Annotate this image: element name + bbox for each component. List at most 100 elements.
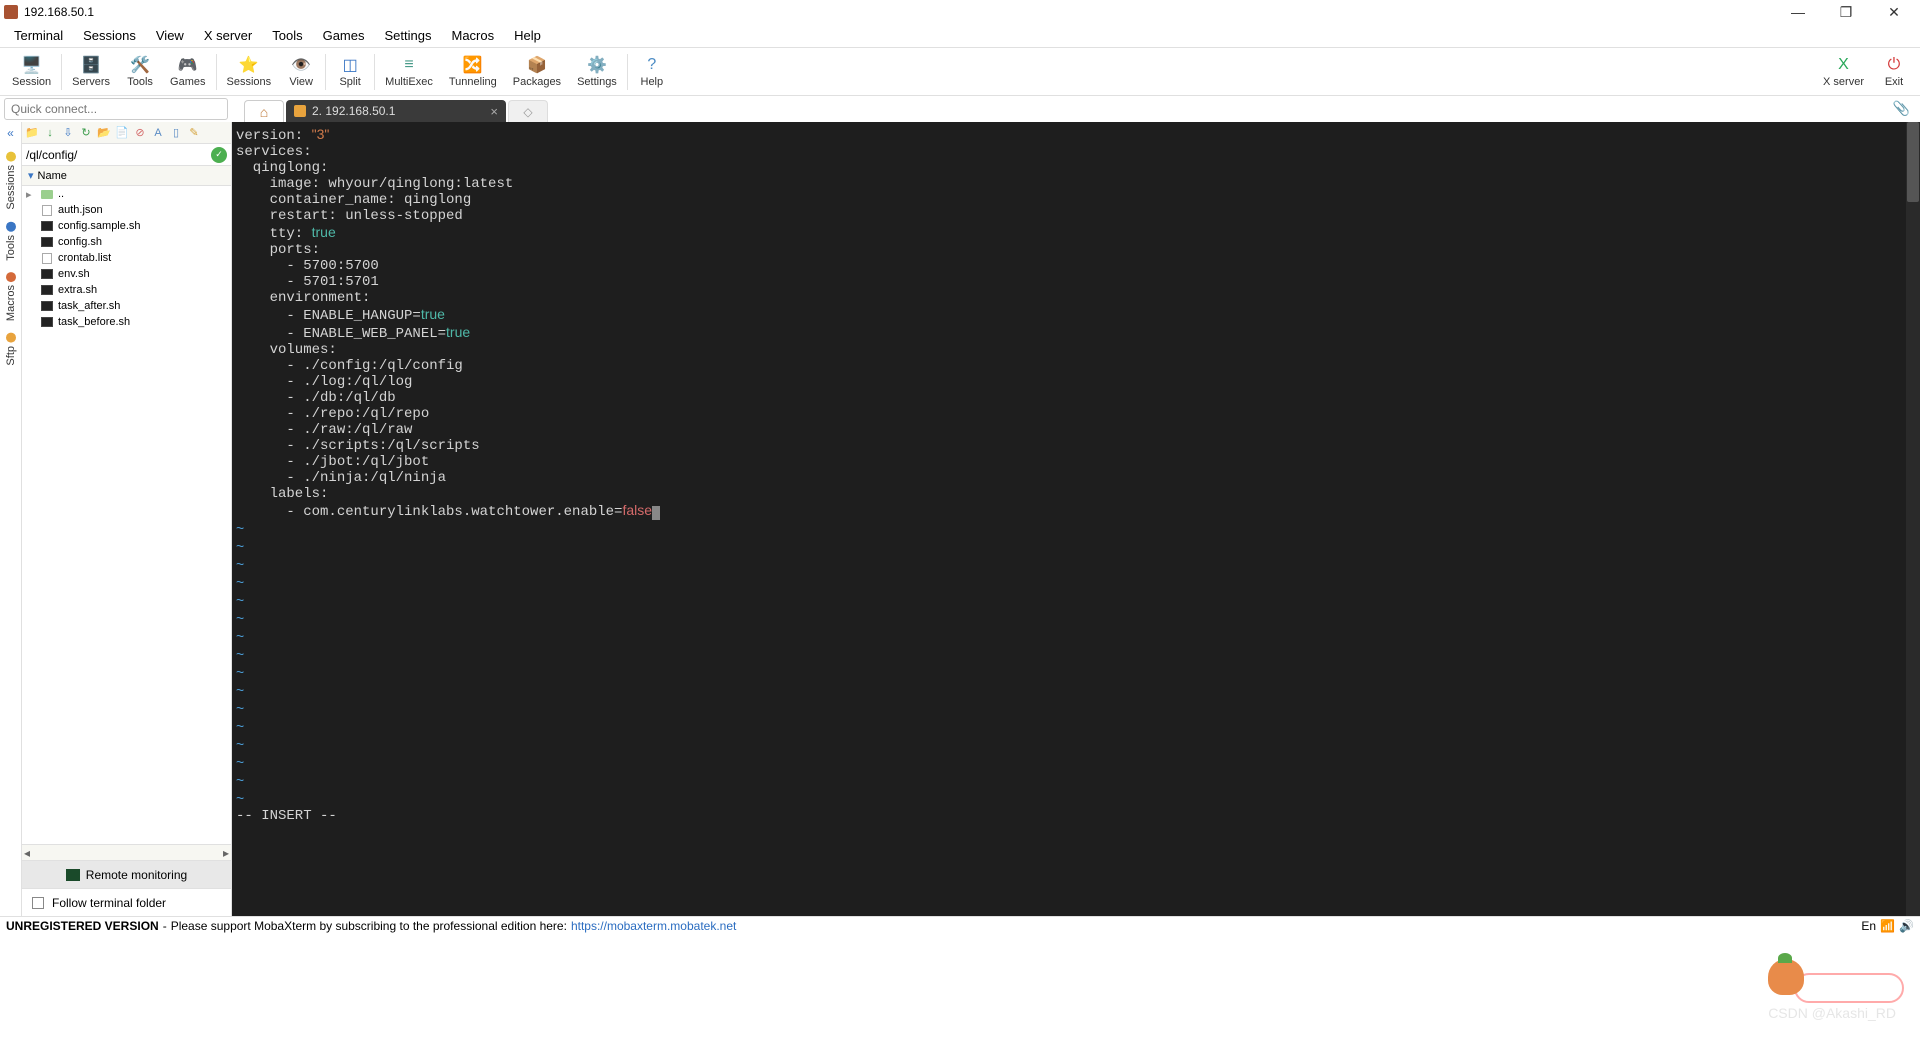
x server-icon: X xyxy=(1834,55,1854,75)
menu-settings[interactable]: Settings xyxy=(375,25,442,46)
menu-macros[interactable]: Macros xyxy=(441,25,504,46)
file-row[interactable]: extra.sh xyxy=(22,282,231,298)
tool-tunneling[interactable]: 🔀Tunneling xyxy=(441,50,505,94)
path-ok-icon: ✓ xyxy=(211,147,227,163)
terminal-scrollbar[interactable] xyxy=(1906,122,1920,916)
tool-session[interactable]: 🖥️Session xyxy=(4,50,59,94)
tab-active[interactable]: 2. 192.168.50.1 × xyxy=(286,100,506,122)
file-row[interactable]: env.sh xyxy=(22,266,231,282)
file-row[interactable]: config.sample.sh xyxy=(22,218,231,234)
file-row[interactable]: auth.json xyxy=(22,202,231,218)
tool-view[interactable]: 👁️View xyxy=(279,50,323,94)
sidebar-path-input[interactable] xyxy=(22,145,207,165)
folder-icon xyxy=(40,188,54,200)
menu-games[interactable]: Games xyxy=(313,25,375,46)
follow-checkbox[interactable] xyxy=(32,897,44,909)
tool-label: Sessions xyxy=(227,76,272,88)
terminal-panel: version: "3" services: qinglong: image: … xyxy=(232,122,1920,916)
status-unregistered: UNREGISTERED VERSION xyxy=(6,919,159,933)
tool-packages[interactable]: 📦Packages xyxy=(505,50,569,94)
sb-tool-3[interactable]: ↻ xyxy=(78,125,94,141)
sb-tool-1[interactable]: ↓ xyxy=(42,125,58,141)
file-name: .. xyxy=(58,188,64,200)
menu-help[interactable]: Help xyxy=(504,25,551,46)
sb-tool-4[interactable]: 📂 xyxy=(96,125,112,141)
status-link[interactable]: https://mobaxterm.mobatek.net xyxy=(571,919,736,933)
terminal[interactable]: version: "3" services: qinglong: image: … xyxy=(232,122,1906,916)
vrail-sftp[interactable]: Sftp xyxy=(3,327,19,372)
script-icon xyxy=(40,300,54,312)
file-name: crontab.list xyxy=(58,252,111,264)
tool-split[interactable]: ◫Split xyxy=(328,50,372,94)
tool-multiexec[interactable]: ≡MultiExec xyxy=(377,50,441,94)
file-name: extra.sh xyxy=(58,284,97,296)
attachment-icon[interactable]: 📎 xyxy=(1893,100,1910,117)
tab-new[interactable]: ◇ xyxy=(508,100,548,122)
window-title: 192.168.50.1 xyxy=(24,5,1784,19)
rail-collapse-icon[interactable]: « xyxy=(7,126,14,140)
sessions-icon: ⭐ xyxy=(239,55,259,75)
tool-servers[interactable]: 🗄️Servers xyxy=(64,50,118,94)
vrail-tools[interactable]: Tools xyxy=(3,216,19,267)
tool-games[interactable]: 🎮Games xyxy=(162,50,213,94)
tool-sessions[interactable]: ⭐Sessions xyxy=(219,50,280,94)
statusbar: UNREGISTERED VERSION - Please support Mo… xyxy=(0,916,1920,934)
follow-terminal-row[interactable]: Follow terminal folder xyxy=(22,888,231,916)
file-row[interactable]: ▸.. xyxy=(22,186,231,202)
window-controls: — ❐ ✕ xyxy=(1784,2,1916,22)
tool-tools[interactable]: 🛠️Tools xyxy=(118,50,162,94)
file-icon xyxy=(40,204,54,216)
tool-label: Settings xyxy=(577,76,617,88)
tool-help[interactable]: ?Help xyxy=(630,50,674,94)
vrail-macros[interactable]: Macros xyxy=(3,266,19,327)
maximize-button[interactable]: ❐ xyxy=(1832,2,1860,22)
status-text: Please support MobaXterm by subscribing … xyxy=(171,919,567,933)
sb-tool-6[interactable]: ⊘ xyxy=(132,125,148,141)
tool-label: Split xyxy=(339,76,360,88)
tool-x server[interactable]: XX server xyxy=(1815,50,1872,94)
menu-terminal[interactable]: Terminal xyxy=(4,25,73,46)
sb-tool-9[interactable]: ✎ xyxy=(186,125,202,141)
tab-home[interactable]: ⌂ xyxy=(244,100,284,122)
file-row[interactable]: task_after.sh xyxy=(22,298,231,314)
quick-connect-input[interactable] xyxy=(4,98,228,120)
tool-settings[interactable]: ⚙️Settings xyxy=(569,50,625,94)
sb-tool-7[interactable]: A xyxy=(150,125,166,141)
tool-exit[interactable]: ⏻Exit xyxy=(1872,50,1916,94)
file-icon xyxy=(40,252,54,264)
vertical-rail: « SessionsToolsMacrosSftp xyxy=(0,122,22,916)
file-row[interactable]: config.sh xyxy=(22,234,231,250)
menu-tools[interactable]: Tools xyxy=(262,25,312,46)
sb-tool-5[interactable]: 📄 xyxy=(114,125,130,141)
vrail-sessions[interactable]: Sessions xyxy=(3,146,19,216)
menu-sessions[interactable]: Sessions xyxy=(73,25,146,46)
menu-x-server[interactable]: X server xyxy=(194,25,262,46)
minimize-button[interactable]: — xyxy=(1784,2,1812,22)
file-name: auth.json xyxy=(58,204,103,216)
sb-tool-2[interactable]: ⇩ xyxy=(60,125,76,141)
scrollbar-thumb[interactable] xyxy=(1907,122,1919,202)
remote-monitoring-button[interactable]: Remote monitoring xyxy=(22,860,231,888)
quick-connect-row: ⌂ 2. 192.168.50.1 × ◇ 📎 xyxy=(0,96,1920,122)
file-row[interactable]: crontab.list xyxy=(22,250,231,266)
tool-label: Help xyxy=(641,76,664,88)
session-icon: 🖥️ xyxy=(22,55,42,75)
new-tab-icon: ◇ xyxy=(523,105,532,119)
main-area: « SessionsToolsMacrosSftp 📁↓⇩↻📂📄⊘A▯✎ ✓ ▾… xyxy=(0,122,1920,916)
tab-close-icon[interactable]: × xyxy=(490,104,498,119)
sb-tool-8[interactable]: ▯ xyxy=(168,125,184,141)
vrail-dot-icon xyxy=(6,222,16,232)
monitor-icon xyxy=(66,869,80,881)
file-name: env.sh xyxy=(58,268,90,280)
file-row[interactable]: task_before.sh xyxy=(22,314,231,330)
close-button[interactable]: ✕ xyxy=(1880,2,1908,22)
packages-icon: 📦 xyxy=(527,55,547,75)
sidebar-column-header[interactable]: ▾ Name xyxy=(22,166,231,186)
script-icon xyxy=(40,316,54,328)
sidebar-h-scroll[interactable]: ◂▸ xyxy=(22,844,231,860)
sb-tool-0[interactable]: 📁 xyxy=(24,125,40,141)
menu-view[interactable]: View xyxy=(146,25,194,46)
tool-label: Tunneling xyxy=(449,76,497,88)
vrail-dot-icon xyxy=(6,152,16,162)
tool-label: Tools xyxy=(127,76,153,88)
